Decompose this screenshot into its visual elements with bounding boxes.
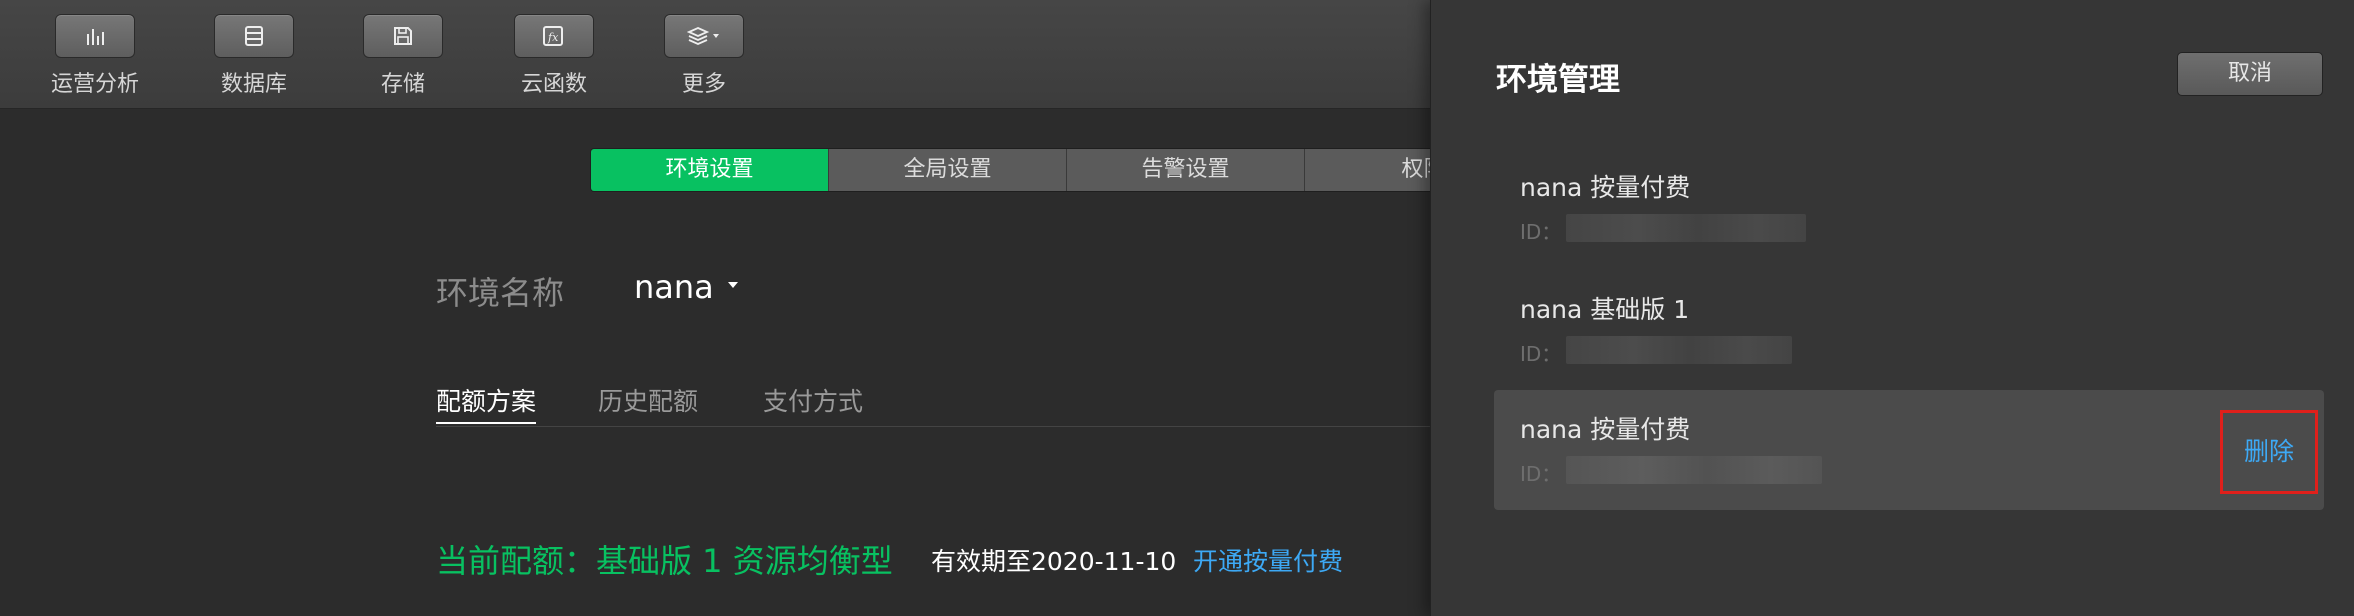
database-label: 数据库 [220,72,287,97]
redacted-id [1566,456,1822,484]
settings-tabs: 环境设置 全局设置 告警设置 权限 [590,148,1544,192]
env-list-item[interactable]: nana 按量付费 ID： [1494,148,2324,268]
tab-payment-method[interactable]: 支付方式 [763,382,863,418]
enable-pay-as-you-go-link[interactable]: 开通按量付费 [1193,542,1343,578]
quota-expiry: 有效期至2020-11-10 [931,547,1177,576]
more-button[interactable] [664,14,744,58]
more-tool[interactable]: 更多 [659,14,749,98]
analytics-button[interactable] [55,14,135,58]
storage-tool[interactable]: 存储 [358,14,448,98]
toolbar: 运营分析 数据库 存储 fx 云函数 更多 [0,0,1430,109]
env-item-name: nana 基础版 1 [1520,295,1690,324]
quota-subtabs: 配额方案 历史配额 支付方式 [436,382,1430,427]
database-tool[interactable]: 数据库 [209,14,299,98]
bar-chart-icon [87,29,104,45]
analytics-label: 运营分析 [50,72,139,97]
analytics-tool[interactable]: 运营分析 [50,14,140,98]
function-tool[interactable]: fx 云函数 [509,14,599,98]
storage-button[interactable] [363,14,443,58]
cancel-button[interactable]: 取消 [2177,52,2323,96]
caret-down-icon [727,282,738,288]
storage-icon [394,27,412,45]
env-name-label: 环境名称 [436,274,565,312]
tab-env-settings[interactable]: 环境设置 [591,149,829,191]
env-management-panel: 环境管理 取消 nana 按量付费 ID： nana 基础版 1 ID： nan… [1430,0,2354,616]
env-item-id-label: ID： [1520,462,1562,486]
more-label: 更多 [681,72,726,97]
env-item-name: nana 按量付费 [1520,173,1691,202]
env-item-name: nana 按量付费 [1520,415,1691,444]
redacted-id [1566,336,1792,364]
layers-icon [687,27,719,45]
env-select[interactable]: nana [634,268,738,306]
env-list-item[interactable]: nana 基础版 1 ID： [1494,270,2324,390]
redacted-id [1566,214,1806,242]
env-select-value: nana [634,268,714,306]
delete-env-button[interactable]: 删除 [2220,410,2318,494]
tab-quota-plan[interactable]: 配额方案 [436,382,537,424]
current-quota: 当前配额：基础版 1 资源均衡型 [436,542,893,580]
env-list-item[interactable]: nana 按量付费 ID： 删除 [1494,390,2324,510]
svg-text:fx: fx [547,31,559,44]
function-button[interactable]: fx [514,14,594,58]
function-icon: fx [543,26,563,46]
database-button[interactable] [214,14,294,58]
env-item-id-label: ID： [1520,342,1562,366]
storage-label: 存储 [380,72,425,97]
tab-quota-history[interactable]: 历史配额 [598,382,698,418]
tab-global-settings[interactable]: 全局设置 [829,149,1067,191]
tab-alert-settings[interactable]: 告警设置 [1067,149,1305,191]
panel-title: 环境管理 [1496,62,1620,98]
function-label: 云函数 [520,72,587,97]
database-icon [245,26,263,46]
env-item-id-label: ID： [1520,220,1562,244]
